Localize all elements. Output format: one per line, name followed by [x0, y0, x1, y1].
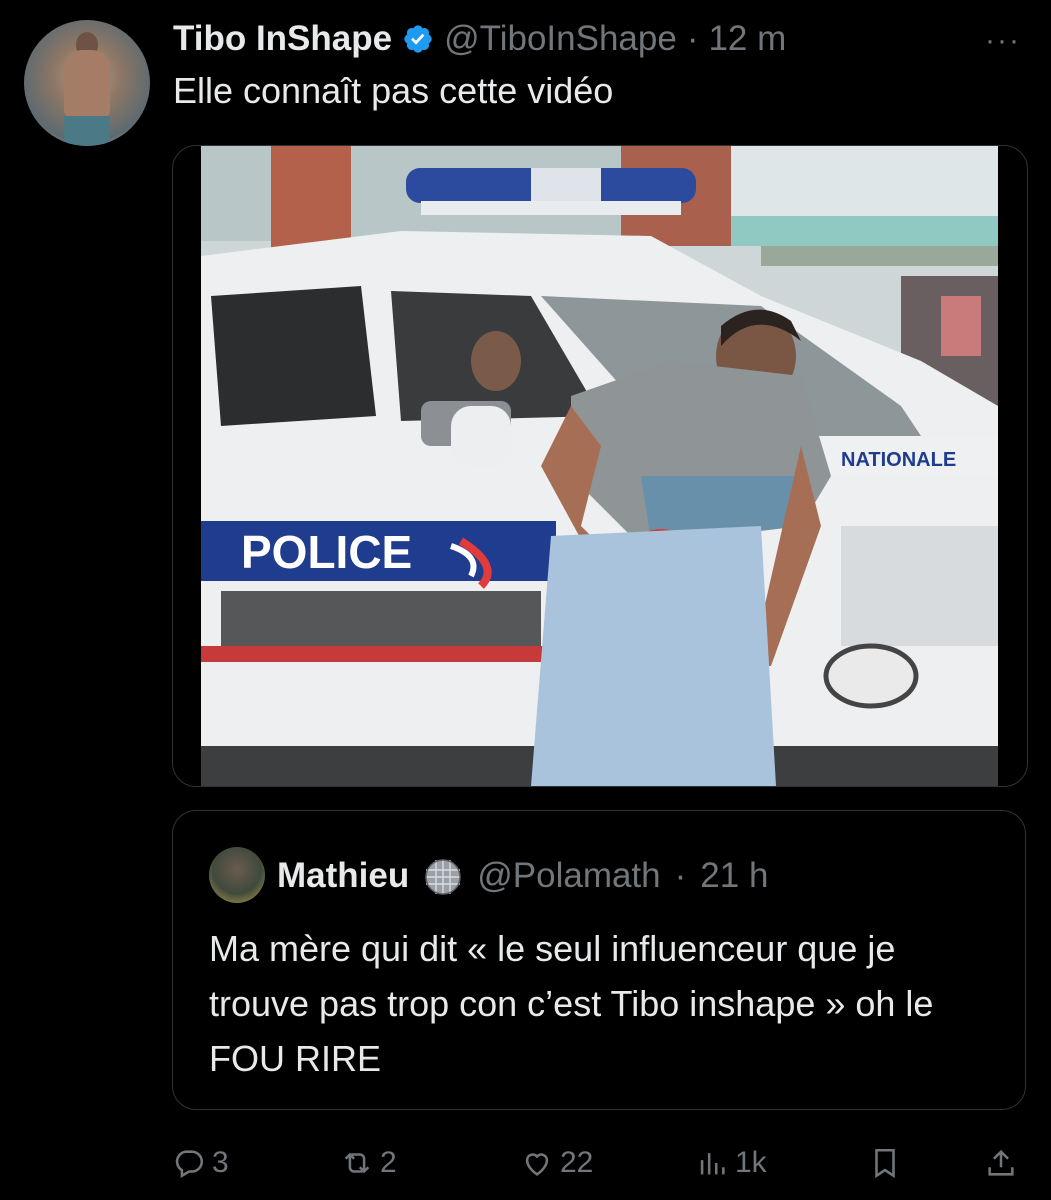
video-thumbnail[interactable]: POLICE NATIONALE — [201, 146, 998, 786]
like-count: 22 — [560, 1145, 594, 1179]
police-car-scene: POLICE NATIONALE — [201, 146, 998, 786]
quoted-author-handle[interactable]: @Polamath — [477, 856, 660, 896]
tweet-timestamp[interactable]: 12 m — [708, 19, 786, 59]
author-display-name[interactable]: Tibo InShape — [173, 19, 392, 59]
bookmark-button[interactable] — [868, 1135, 902, 1190]
quoted-tweet-text: Ma mère qui dit « le seul influenceur qu… — [209, 928, 934, 1079]
more-horizontal-icon[interactable]: ··· — [985, 24, 1021, 58]
quoted-separator-dot: · — [674, 856, 687, 895]
police-lettering: POLICE — [241, 526, 412, 578]
author-avatar[interactable] — [24, 20, 150, 146]
reply-icon — [175, 1149, 204, 1178]
disco-ball-icon — [425, 859, 461, 895]
views-button[interactable]: 1k — [695, 1135, 767, 1190]
heart-icon — [525, 1152, 549, 1176]
tweet-header: Tibo InShape @TiboInShape · 12 m — [173, 14, 786, 64]
tweet-action-bar: 3 2 22 1k — [0, 1135, 1051, 1190]
views-chart-icon — [700, 1152, 725, 1174]
separator-dot: · — [686, 19, 699, 58]
repost-count: 2 — [380, 1145, 397, 1179]
quoted-author-display-name[interactable]: Mathieu — [277, 856, 409, 896]
bookmark-icon — [875, 1148, 895, 1178]
reply-button[interactable]: 3 — [172, 1135, 229, 1190]
tweet-text: Elle connaît pas cette vidéo — [173, 70, 614, 111]
police-nationale-lettering: NATIONALE — [841, 449, 956, 471]
quoted-timestamp[interactable]: 21 h — [700, 856, 768, 896]
quoted-tweet[interactable]: Mathieu @Polamath · 21 h Ma mère qui dit… — [172, 810, 1026, 1110]
like-button[interactable]: 22 — [520, 1135, 593, 1190]
repost-button[interactable]: 2 — [340, 1135, 397, 1190]
quoted-author-avatar[interactable] — [209, 847, 265, 903]
avatar-pants — [64, 116, 110, 146]
share-button[interactable] — [984, 1135, 1018, 1190]
verified-badge-icon — [404, 25, 432, 53]
author-handle[interactable]: @TiboInShape — [444, 19, 677, 59]
tweet-media[interactable]: POLICE NATIONALE — [172, 145, 1028, 787]
reply-count: 3 — [212, 1145, 229, 1179]
avatar-torso — [64, 50, 110, 120]
quoted-tweet-header: Mathieu @Polamath · 21 h — [277, 851, 768, 901]
views-count: 1k — [735, 1145, 767, 1179]
repost-icon — [344, 1152, 370, 1173]
share-icon — [988, 1149, 1014, 1176]
